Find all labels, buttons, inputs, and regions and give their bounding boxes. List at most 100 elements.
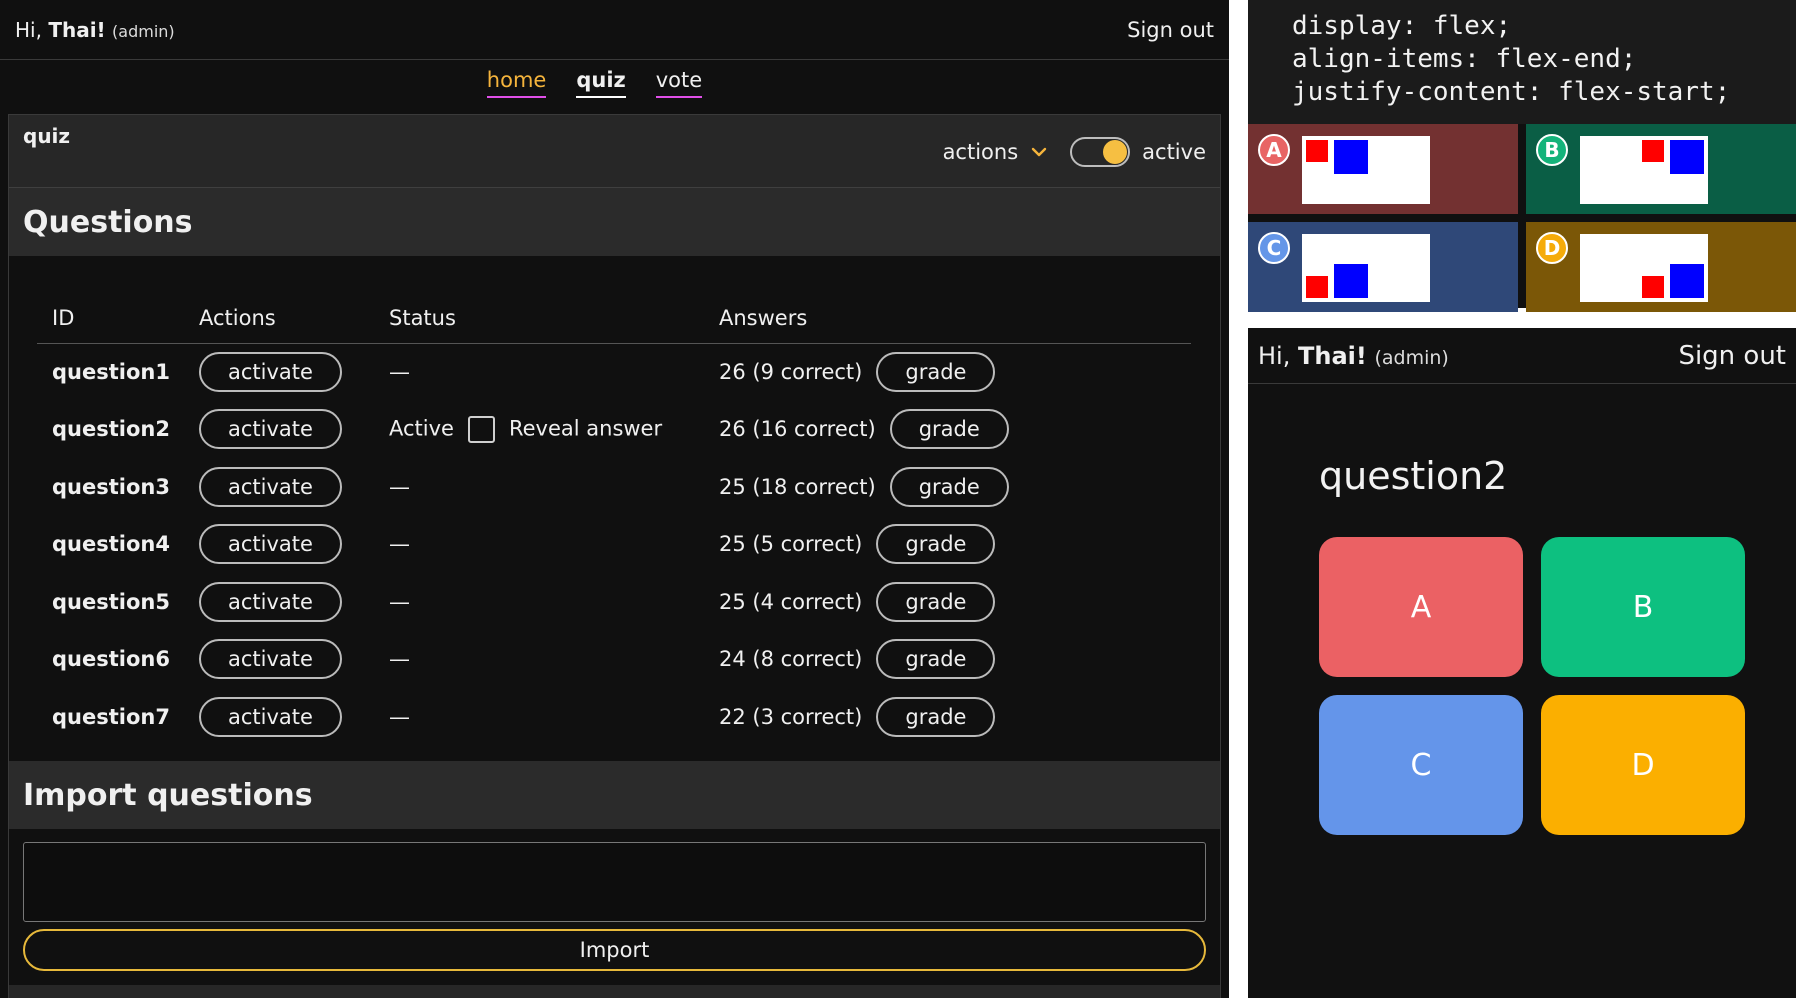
panel-title: quiz [23,124,71,148]
table-row: question5 activate — 25 (4 correct) grade [37,573,1191,631]
grade-button[interactable]: grade [876,581,996,622]
blue-square [1334,264,1368,298]
panel-header: quiz actions active [9,115,1220,188]
player-view: Hi, Thai! (admin) Sign out question2 A B… [1248,328,1796,998]
table-row: question4 activate — 25 (5 correct) grade [37,516,1191,574]
question-id: question1 [52,360,170,384]
code-line: display: flex; [1292,11,1512,41]
import-button[interactable]: Import [23,929,1206,971]
status-text: — [389,589,410,614]
table-row: question6 activate — 24 (8 correct) grade [37,631,1191,689]
grade-button[interactable]: grade [876,352,996,392]
badge-a: A [1258,134,1290,166]
active-toggle[interactable] [1070,137,1131,167]
col-status: Status [374,293,704,344]
code-block: display: flex; align-items: flex-end; just… [1248,0,1796,109]
import-textarea[interactable] [23,842,1206,922]
activate-button[interactable]: activate [199,466,342,507]
answers-count: 24 (8 correct) [719,647,863,672]
activate-button[interactable]: activate [199,581,342,622]
activate-button[interactable]: activate [199,524,342,565]
table-row: question3 activate — 25 (18 correct) grad… [37,458,1191,516]
option-a-button[interactable]: A [1319,537,1523,677]
answers-count: 26 (9 correct) [719,360,863,384]
panel-controls: actions active [943,137,1206,167]
status-text: — [389,704,410,729]
status-text: — [389,474,410,499]
status-text: — [389,360,410,384]
blue-square [1670,140,1704,174]
quiz-panel: quiz actions active Questions ID Actions… [8,114,1221,998]
badge-c: C [1258,232,1290,264]
nav-home[interactable]: home [486,68,547,98]
status-text: Active [389,416,454,441]
grade-button[interactable]: grade [876,639,996,680]
flex-demo-grid: A B C D [1248,124,1796,312]
red-square [1306,276,1328,298]
code-line: justify-content: flex-start; [1292,77,1731,107]
import-heading: Import questions [9,761,1220,829]
player-greeting: Hi, Thai! (admin) [1258,342,1449,370]
activate-button[interactable]: activate [199,696,342,737]
main-nav: home quiz vote [0,60,1229,114]
table-row: question7 activate — 22 (3 correct) grade [37,688,1191,746]
red-square [1306,140,1328,162]
answers-count: 25 (4 correct) [719,589,863,614]
option-d-button[interactable]: D [1541,695,1745,835]
demo-cell-b: B [1526,124,1796,214]
reveal-answer-checkbox[interactable] [467,415,495,443]
blue-square [1670,264,1704,298]
demo-cell-d: D [1526,222,1796,312]
admin-window: Hi, Thai! (admin) Sign out home quiz vot… [0,0,1229,998]
grade-button[interactable]: grade [876,696,996,737]
player-sign-out-link[interactable]: Sign out [1678,341,1786,371]
status-text: — [389,647,410,672]
question-title: question2 [1319,454,1508,498]
demo-box [1580,136,1708,204]
player-top-bar: Hi, Thai! (admin) Sign out [1248,328,1796,384]
demo-box [1302,136,1430,204]
nav-quiz[interactable]: quiz [576,68,626,98]
red-square [1642,276,1664,298]
greeting: Hi, Thai! (admin) [15,18,175,42]
question-id: question4 [52,532,170,557]
grade-button[interactable]: grade [889,409,1009,450]
panel-footer [9,985,1220,998]
table-row: question1 activate — 26 (9 correct) grade [37,343,1191,401]
answers-count: 25 (18 correct) [719,474,876,499]
badge-d: D [1536,232,1568,264]
top-bar: Hi, Thai! (admin) Sign out [0,0,1229,60]
toggle-knob [1103,140,1128,164]
status-cell: Active Reveal answer [374,401,704,459]
actions-dropdown[interactable]: actions [943,140,1019,164]
grade-button[interactable]: grade [876,524,996,565]
demo-box [1302,234,1430,302]
red-square [1642,140,1664,162]
question-id: question6 [52,647,170,672]
option-b-button[interactable]: B [1541,537,1745,677]
answers-count: 26 (16 correct) [719,417,876,442]
questions-table: ID Actions Status Answers question1 acti… [37,293,1191,746]
demo-cell-a: A [1248,124,1518,214]
option-c-button[interactable]: C [1319,695,1523,835]
activate-button[interactable]: activate [199,409,342,450]
table-row: question2 activate Active Reveal answer 2… [37,401,1191,459]
sign-out-link[interactable]: Sign out [1127,18,1214,42]
answers-count: 25 (5 correct) [719,532,863,557]
status-text: — [389,532,410,557]
user-name: Thai! [48,17,106,42]
question-id: question7 [52,704,170,729]
grade-button[interactable]: grade [889,466,1009,507]
chevron-down-icon[interactable] [1030,143,1048,161]
col-actions: Actions [184,293,374,344]
nav-vote[interactable]: vote [655,68,703,98]
active-label: active [1142,140,1206,164]
user-role: (admin) [112,21,175,41]
activate-button[interactable]: activate [199,639,342,680]
user-name: Thai! [1297,341,1367,370]
code-line: align-items: flex-end; [1292,44,1637,74]
greeting-prefix: Hi, [15,17,49,42]
activate-button[interactable]: activate [199,352,342,392]
greeting-prefix: Hi, [1258,341,1298,370]
demo-cell-c: C [1248,222,1518,312]
